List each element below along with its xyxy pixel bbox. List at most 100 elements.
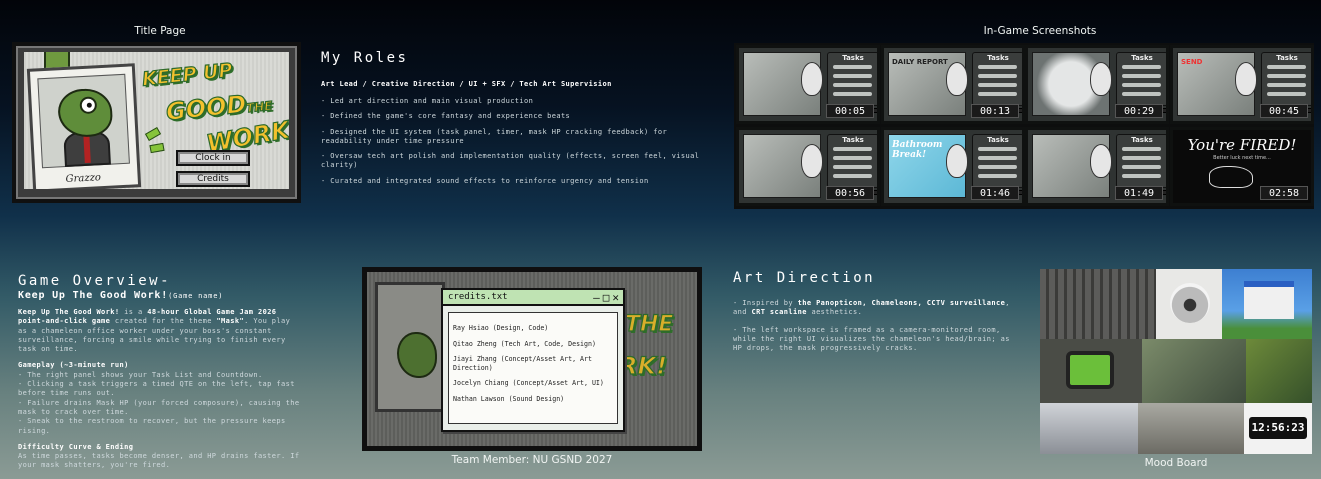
chameleon-polaroid: Grazzo — [26, 63, 142, 189]
fired-subtitle: Better luck next time... — [1213, 155, 1271, 161]
role-item: - Curated and integrated sound effects t… — [321, 176, 649, 185]
windows-xp-image — [1222, 269, 1312, 339]
credits-button[interactable]: Credits — [176, 171, 250, 187]
close-icon[interactable]: ✕ — [612, 291, 619, 304]
chameleon-head-panel — [801, 144, 823, 178]
mood-board: 12:56:23 — [1040, 269, 1312, 454]
game-screenshot: Tasks 00:56 — [736, 127, 880, 206]
minimize-icon[interactable]: — — [593, 291, 600, 304]
art-direction-p2: - The left workspace is framed as a came… — [733, 325, 1010, 353]
task-row — [1122, 83, 1161, 87]
task-panel: Tasks — [972, 134, 1022, 188]
difficulty-heading: Difficulty Curve & Ending — [18, 442, 134, 451]
countdown-timer: 00:13 — [971, 104, 1019, 118]
task-panel-title: Tasks — [1131, 54, 1153, 62]
task-row — [978, 165, 1017, 169]
overview-intro: Keep Up The Good Work! is a 48-hour Glob… — [18, 308, 291, 354]
credit-item: Ray Hsiao (Design, Code) — [453, 324, 549, 332]
screen-note: DAILY REPORT — [892, 58, 948, 66]
title-page-screenshot: Grazzo KEEP UP THE GOOD WORK! Clock in C… — [12, 42, 301, 203]
credit-item: Jiayi Zhang (Concept/Asset Art, Art Dire… — [453, 355, 592, 372]
game-screenshot: Tasks 00:05 — [736, 45, 880, 124]
task-row — [978, 147, 1017, 151]
role-item: - Designed the UI system (task panel, ti… — [321, 127, 668, 145]
roles-subtitle: Art Lead / Creative Direction / UI + SFX… — [321, 80, 612, 88]
credit-item: Jocelyn Chiang (Concept/Asset Art, UI) — [453, 379, 604, 387]
task-row — [1267, 65, 1306, 69]
task-row — [833, 65, 872, 69]
countdown-timer: 00:45 — [1260, 104, 1308, 118]
countdown-timer: 01:49 — [1115, 186, 1163, 200]
screenshots-caption: In-Game Screenshots — [983, 25, 1097, 37]
gameplay-item: - Failure drains Mask HP (your forced co… — [18, 398, 300, 416]
team-caption: Team Member: NU GSND 2027 — [451, 454, 613, 466]
role-item: - Led art direction and main visual prod… — [321, 97, 534, 105]
credit-item: Qitao Zheng (Tech Art, Code, Design) — [453, 339, 596, 348]
countdown-timer: 00:05 — [826, 104, 874, 118]
task-row — [978, 92, 1017, 96]
game-screenshot: You're FIRED! Better luck next time... 02:… — [1170, 127, 1314, 206]
task-row — [978, 174, 1017, 178]
task-row — [833, 74, 872, 78]
role-item: - Defined the game's core fantasy and ex… — [321, 112, 571, 121]
task-panel: Tasks — [827, 52, 877, 106]
difficulty-text: As time passes, tasks become denser, and… — [18, 452, 300, 470]
task-panel-title: Tasks — [987, 54, 1009, 62]
countdown-timer: 01:46 — [971, 186, 1019, 200]
game-screenshot: SEND Tasks 00:45 — [1170, 45, 1314, 124]
game-screenshot: DAILY REPORT Tasks 00:13 — [881, 45, 1025, 124]
gameplay-item: - The right panel shows your Task List a… — [18, 370, 263, 379]
polaroid-label: Grazzo — [65, 172, 102, 186]
overview-heading: Game Overview- — [18, 273, 172, 289]
credits-screenshot: THE RK! credits.txt — □ ✕ Ray Hsiao (Des… — [362, 267, 702, 451]
chameleon-head-panel — [1235, 62, 1257, 96]
task-row — [1122, 74, 1161, 78]
task-row — [833, 165, 872, 169]
countdown-timer: 00:56 — [826, 186, 874, 200]
chameleon-head-panel — [801, 62, 823, 96]
maximize-icon[interactable]: □ — [603, 291, 610, 304]
task-panel: Tasks — [827, 134, 877, 188]
gameplay-item: - Clicking a task triggers a timed QTE o… — [18, 380, 295, 398]
panopticon-image — [1040, 269, 1156, 339]
task-row — [833, 83, 872, 87]
chameleon-photo — [1246, 339, 1312, 403]
task-row — [1122, 174, 1161, 178]
role-item: - Oversaw tech art polish and implementa… — [321, 152, 700, 170]
game-screenshot: Bathroom Break! Tasks 01:46 — [881, 127, 1025, 206]
task-panel: Tasks — [1116, 134, 1166, 188]
task-row — [978, 156, 1017, 160]
office-cubicles-image — [1040, 403, 1138, 454]
chameleon-sketch — [1209, 166, 1253, 188]
clock-in-button[interactable]: Clock in — [176, 150, 250, 166]
game-title: Keep Up The Good Work! — [18, 290, 169, 301]
screenshot-grid: Tasks 00:05 DAILY REPORT Tasks 00:13 Tasks 00:… — [734, 43, 1314, 209]
office-interior-image — [1142, 339, 1246, 403]
credits-window-title: credits.txt — [448, 292, 508, 302]
task-panel-title: Tasks — [842, 54, 864, 62]
task-row — [1122, 92, 1161, 96]
task-panel: Tasks — [1261, 52, 1311, 106]
fired-title: You're FIRED! — [1187, 136, 1297, 154]
countdown-timer: 00:29 — [1115, 104, 1163, 118]
game-name-note: (Game name) — [168, 292, 224, 300]
task-panel-title: Tasks — [987, 136, 1009, 144]
gameplay-heading: Gameplay (~3-minute run) — [18, 361, 129, 370]
task-panel-title: Tasks — [842, 136, 864, 144]
restroom-image — [1138, 403, 1244, 454]
task-row — [1267, 83, 1306, 87]
task-row — [833, 156, 872, 160]
task-row — [833, 174, 872, 178]
task-row — [833, 92, 872, 96]
task-panel: Tasks — [972, 52, 1022, 106]
credits-window: credits.txt — □ ✕ Ray Hsiao (Design, Cod… — [441, 288, 625, 432]
cctv-camera-image — [1156, 269, 1222, 339]
task-row — [978, 83, 1017, 87]
task-row — [1122, 156, 1161, 160]
task-row — [1267, 92, 1306, 96]
credits-list: Ray Hsiao (Design, Code) Qitao Zheng (Te… — [448, 312, 618, 424]
chameleon-head-panel — [1090, 62, 1112, 96]
screen-note: SEND — [1181, 58, 1203, 66]
task-row — [1122, 65, 1161, 69]
roles-heading: My Roles — [321, 50, 409, 66]
